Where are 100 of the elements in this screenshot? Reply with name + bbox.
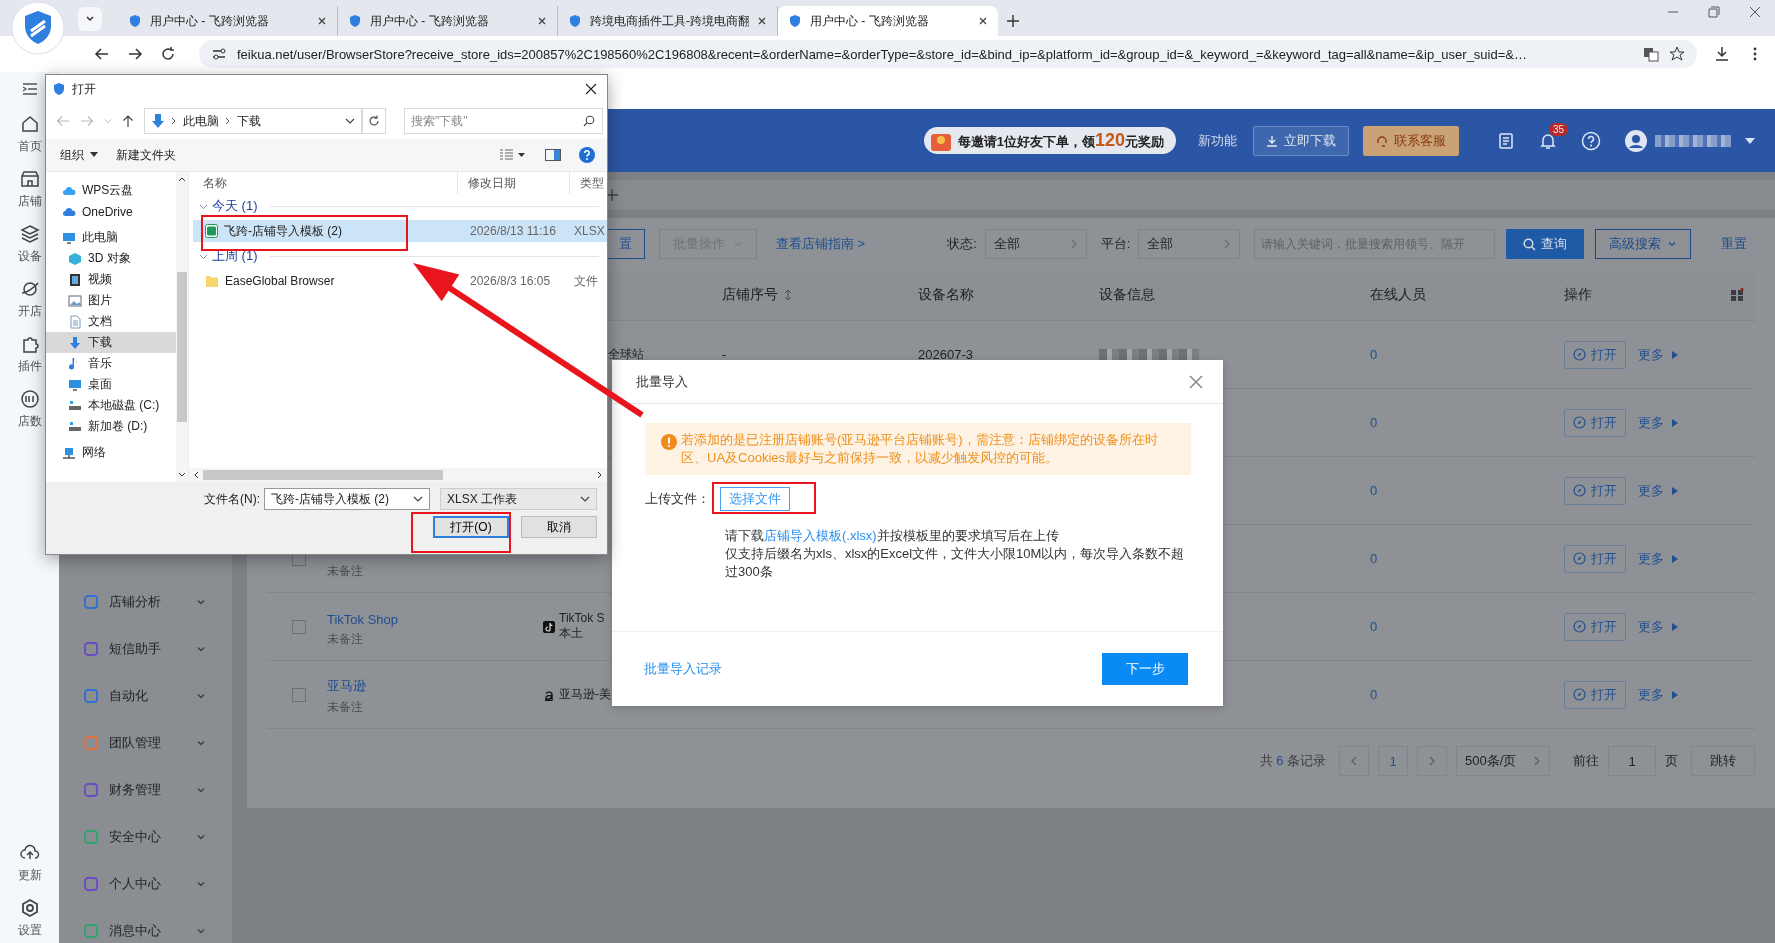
page-size-select[interactable]: 500条/页 [1456,746,1550,776]
breadcrumb-item[interactable]: 此电脑 [183,112,219,130]
row-checkbox[interactable] [292,687,306,702]
close-icon[interactable] [978,16,988,26]
next-step-button[interactable]: 下一步 [1102,653,1188,685]
open-button[interactable]: 打开(O) [433,516,509,538]
browser-tab[interactable]: 用户中心 - 飞跨浏览器 [338,6,558,36]
document-icon[interactable] [1497,131,1515,150]
jump-button[interactable]: 跳转 [1691,746,1755,776]
search-field[interactable]: 搜索"下载" [404,108,603,134]
rail-item[interactable]: 设置 [5,898,54,939]
store-name-link[interactable]: 亚马逊 [327,676,543,695]
promo-banner[interactable]: 每邀请1位好友下单，领120元奖励 [923,127,1176,154]
download-button[interactable]: 立即下载 [1253,125,1349,156]
star-icon[interactable] [1669,46,1685,62]
open-button[interactable]: 打开 [1564,476,1626,505]
platform-select[interactable]: 全部 [1138,229,1241,259]
download-icon[interactable] [1714,46,1730,62]
help-icon[interactable] [1581,130,1601,151]
column-header[interactable]: 修改日期 [458,172,570,194]
choose-file-button[interactable]: 选择文件 [720,487,790,511]
store-guide-link[interactable]: 查看店铺指南 > [776,235,866,253]
column-header[interactable]: 类型 [570,172,607,194]
file-type-select[interactable]: XLSX 工作表 [440,488,597,510]
close-icon[interactable] [317,16,327,26]
new-folder-button[interactable]: 新建文件夹 [116,146,176,164]
sidebar-item[interactable]: 短信助手 [59,625,232,672]
sidebar-item[interactable]: 安全中心 [59,813,232,860]
row-checkbox[interactable] [292,619,306,634]
organize-menu[interactable]: 组织 [60,146,98,164]
close-icon[interactable] [757,16,767,26]
folder-tree-item[interactable]: 下载 [46,332,176,353]
breadcrumb-item[interactable]: 下载 [237,112,261,130]
sidebar-item[interactable]: 消息中心 [59,907,232,943]
avatar-icon[interactable] [1625,129,1647,152]
scroll-right-icon[interactable] [597,471,603,479]
file-row[interactable]: EaseGlobal Browser 2026/8/3 16:05 文件 [193,270,607,292]
file-group-label[interactable]: 今天 (1) [212,197,258,215]
menu-icon[interactable] [21,82,38,96]
new-tab-icon[interactable] [1006,14,1020,28]
column-settings-icon[interactable] [1730,288,1744,302]
chevron-down-icon[interactable] [345,117,355,125]
bell-icon[interactable] [1539,131,1557,150]
horizontal-scrollbar[interactable] [189,468,607,482]
file-row[interactable]: 飞跨-店铺导入模板 (2) 2026/8/13 11:16 XLSX [193,220,607,242]
address-bar[interactable]: feikua.net/user/BrowserStore?receive_store_ids=200857%2C198560%2C196808&recent=&orderName=&orderType=&store_id=&bind_ip=&platform_id=&group_id=&_keyword_=&keyword_tag=all&name=&ip_user_suid=&… [199,40,1697,68]
site-settings-icon[interactable] [211,46,227,62]
caret-down-icon[interactable] [1745,136,1755,145]
status-select[interactable]: 全部 [984,229,1087,259]
open-button[interactable]: 打开 [1564,680,1626,709]
template-download-link[interactable]: 店铺导入模板(.xlsx) [764,528,877,543]
store-name-link[interactable]: TikTok Shop [327,611,543,627]
tab-list-button[interactable] [78,7,102,31]
view-options-icon[interactable] [499,149,527,161]
scroll-down-icon[interactable] [178,472,186,478]
close-icon[interactable] [537,16,547,26]
monitor-icon [62,230,76,245]
import-history-link[interactable]: 批量导入记录 [644,660,722,678]
scroll-up-icon[interactable] [178,176,186,182]
support-button[interactable]: 联系客服 [1363,125,1459,156]
restore-icon[interactable] [1708,6,1720,18]
open-button[interactable]: 打开 [1564,544,1626,573]
vertical-scrollbar[interactable] [176,172,188,482]
reset-link[interactable]: 重置 [1721,235,1748,253]
translate-icon[interactable] [1643,46,1659,62]
open-button[interactable]: 打开 [1564,612,1626,641]
sidebar-item[interactable]: 自动化 [59,672,232,719]
browser-tab[interactable]: 用户中心 - 飞跨浏览器 [118,6,338,36]
refresh-button[interactable] [362,108,386,134]
forward-arrow-icon[interactable] [127,46,143,62]
add-tab-icon[interactable] [605,188,619,202]
sidebar-item[interactable]: 店铺分析 [59,578,232,625]
rail-item[interactable]: 首页 [5,114,54,155]
path-bar[interactable]: 此电脑 下载 [144,108,362,134]
open-button[interactable]: 打开 [1564,408,1626,437]
reload-icon[interactable] [160,46,176,62]
folder-tree-item[interactable]: 网络 [46,442,176,463]
close-icon[interactable] [585,83,597,95]
scroll-left-icon[interactable] [193,471,199,479]
advanced-search-button[interactable]: 高级搜索 [1595,229,1692,259]
close-icon[interactable] [1749,6,1761,18]
sort-icon[interactable] [784,289,792,301]
store-note: 未备注 [327,698,364,716]
preview-pane-icon[interactable] [545,149,561,161]
page-input-field[interactable]: 1 [1608,746,1656,776]
help-icon[interactable] [579,147,595,163]
cancel-button[interactable]: 取消 [521,516,597,538]
back-arrow-icon[interactable] [94,46,110,62]
open-button[interactable]: 打开 [1564,340,1626,369]
sidebar-item[interactable]: 团队管理 [59,719,232,766]
column-header[interactable]: 名称 [193,172,458,194]
new-features-link[interactable]: 新功能 [1198,131,1237,150]
sidebar-item[interactable]: 财务管理 [59,766,232,813]
sidebar-item[interactable]: 个人中心 [59,860,232,907]
browser-tab[interactable]: 用户中心 - 飞跨浏览器 [778,6,998,36]
house-icon [19,114,40,134]
file-name-field[interactable]: 飞跨-店铺导入模板 (2) [264,488,430,510]
up-arrow-icon[interactable] [122,114,134,128]
query-button[interactable]: 查询 [1506,229,1585,259]
rail-item[interactable]: 更新 [5,843,54,884]
